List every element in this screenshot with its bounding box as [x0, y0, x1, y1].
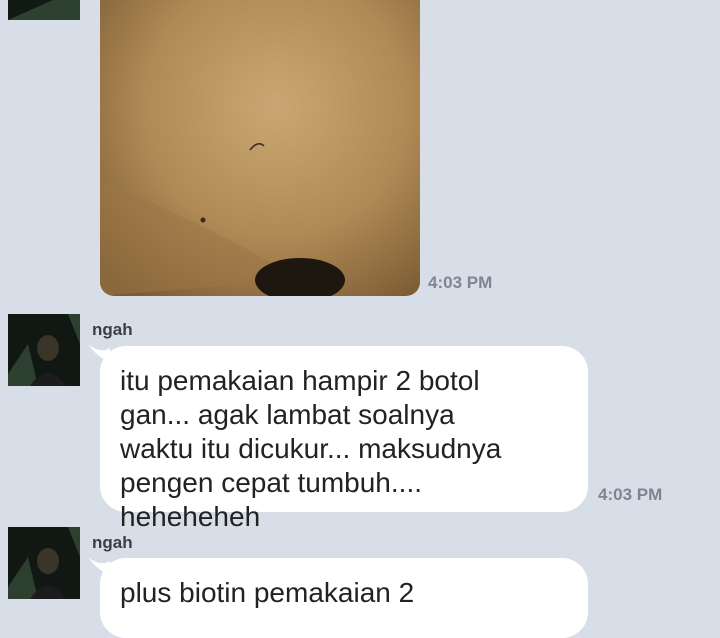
message-timestamp: 4:03 PM	[428, 273, 493, 292]
message-text: plus biotin pemakaian 2	[120, 577, 415, 608]
avatar[interactable]	[8, 527, 80, 599]
avatar[interactable]	[8, 0, 80, 20]
message-bubble[interactable]: itu pemakaian hampir 2 botol gan... agak…	[100, 346, 588, 532]
message-text: itu pemakaian hampir 2 botol gan... agak…	[120, 365, 502, 532]
message-timestamp: 4:03 PM	[598, 485, 663, 504]
avatar[interactable]	[8, 314, 80, 386]
shared-photo[interactable]	[100, 0, 420, 296]
sender-name: ngah	[92, 320, 133, 339]
sender-name: ngah	[92, 533, 133, 552]
message-bubble[interactable]: plus biotin pemakaian 2	[100, 558, 588, 638]
